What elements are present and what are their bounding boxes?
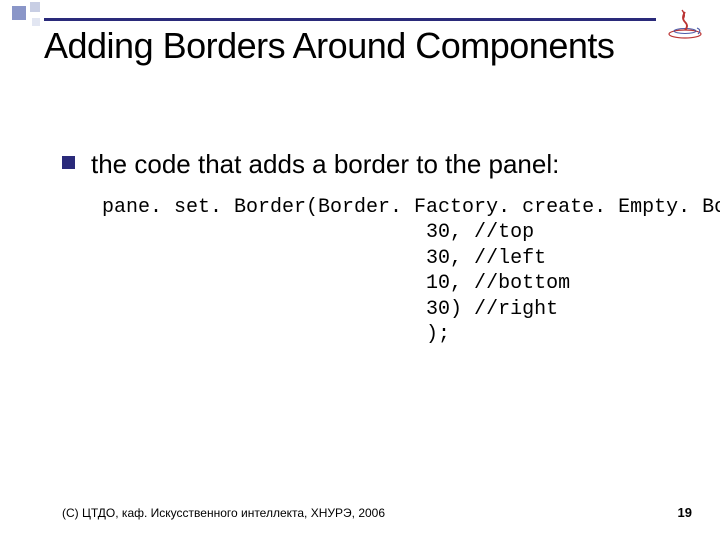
deco-square	[32, 18, 40, 26]
deco-square	[30, 2, 40, 12]
deco-square	[12, 6, 26, 20]
deco-line	[44, 18, 656, 21]
copyright-text: (С) ЦТДО, каф. Искусственного интеллекта…	[62, 506, 385, 520]
code-line: pane. set. Border(Border. Factory. creat…	[102, 196, 720, 219]
slide-footer: (С) ЦТДО, каф. Искусственного интеллекта…	[62, 505, 692, 520]
code-line: 30, //top	[102, 221, 534, 244]
code-line: );	[102, 323, 450, 346]
code-line: 10, //bottom	[102, 272, 570, 295]
page-number: 19	[678, 505, 692, 520]
bullet-text: the code that adds a border to the panel…	[91, 148, 559, 181]
code-line: 30, //left	[102, 247, 546, 270]
slide-title: Adding Borders Around Components	[44, 26, 614, 66]
bullet-square-icon	[62, 156, 75, 169]
java-logo-icon	[664, 8, 706, 40]
slide-body: the code that adds a border to the panel…	[62, 148, 700, 348]
code-block: pane. set. Border(Border. Factory. creat…	[102, 195, 700, 349]
bullet-item: the code that adds a border to the panel…	[62, 148, 700, 181]
code-line: 30) //right	[102, 298, 558, 321]
